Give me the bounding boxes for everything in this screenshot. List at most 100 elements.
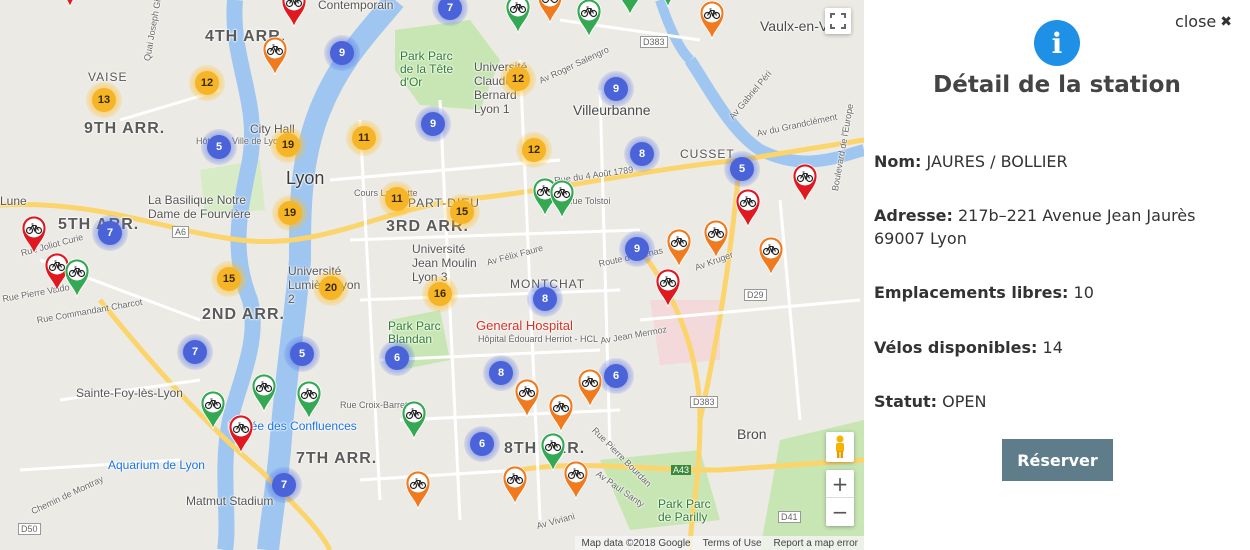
district-label: 2ND ARR.	[202, 306, 285, 323]
bike-icon	[21, 215, 47, 255]
zoom-out-button[interactable]: −	[826, 498, 854, 526]
station-cluster[interactable]: 16	[422, 276, 458, 312]
station-marker-green[interactable]	[401, 400, 427, 440]
station-marker-red[interactable]	[57, 0, 83, 8]
cluster-count: 7	[183, 340, 207, 364]
route-shield: D29	[744, 289, 767, 301]
cluster-count: 9	[604, 77, 628, 101]
station-cluster[interactable]: 9	[324, 35, 360, 71]
station-marker-green[interactable]	[200, 390, 226, 430]
bike-icon	[703, 219, 729, 259]
station-marker-orange[interactable]	[405, 470, 431, 510]
reserve-button[interactable]: Réserver	[1002, 439, 1113, 481]
bike-icon	[228, 414, 254, 454]
station-marker-orange[interactable]	[502, 465, 528, 505]
station-cluster[interactable]: 6	[464, 426, 500, 462]
cluster-count: 9	[421, 112, 445, 136]
station-cluster[interactable]: 19	[270, 127, 306, 163]
report-error-link[interactable]: Report a map error	[774, 538, 858, 549]
terms-link[interactable]: Terms of Use	[703, 538, 762, 549]
bike-icon	[505, 0, 531, 34]
station-cluster[interactable]: 6	[379, 340, 415, 376]
name-value: JAURES / BOLLIER	[926, 152, 1068, 171]
station-marker-orange[interactable]	[548, 393, 574, 433]
station-cluster[interactable]: 9	[415, 106, 451, 142]
station-marker-green[interactable]	[617, 0, 643, 16]
station-marker-red[interactable]	[735, 188, 761, 228]
bike-icon	[664, 0, 672, 8]
fullscreen-button[interactable]	[825, 8, 851, 34]
station-cluster[interactable]: 9	[598, 71, 634, 107]
station-cluster[interactable]: 9	[619, 231, 655, 267]
station-cluster[interactable]: 19	[272, 195, 308, 231]
station-marker-orange[interactable]	[666, 228, 692, 268]
station-cluster[interactable]: 7	[92, 215, 128, 251]
station-marker-red[interactable]	[21, 215, 47, 255]
station-marker-orange[interactable]	[537, 0, 563, 24]
status-label: Statut:	[874, 392, 938, 411]
map-view[interactable]: 4TH ARR. VAISE 9TH ARR. 5TH ARR. 2ND ARR…	[0, 0, 864, 550]
station-cluster[interactable]: 11	[346, 120, 382, 156]
station-marker-green[interactable]	[549, 179, 575, 219]
station-cluster[interactable]: 15	[444, 194, 480, 230]
close-button[interactable]: close ✖	[1175, 12, 1232, 31]
route-shield: A6	[172, 226, 190, 238]
station-marker-orange[interactable]	[262, 36, 288, 76]
close-icon: ✖	[1220, 13, 1232, 30]
bike-icon	[563, 460, 589, 500]
cluster-count: 15	[450, 200, 474, 224]
station-cluster[interactable]: 5	[201, 129, 237, 165]
station-cluster[interactable]: 8	[527, 281, 563, 317]
station-marker-orange[interactable]	[703, 219, 729, 259]
station-marker-red[interactable]	[792, 163, 818, 203]
station-marker-orange[interactable]	[577, 368, 603, 408]
bike-icon	[758, 236, 784, 276]
station-cluster[interactable]: 12	[500, 61, 536, 97]
station-cluster[interactable]: 12	[189, 65, 225, 101]
station-cluster[interactable]: 5	[724, 151, 760, 187]
bike-icon	[405, 470, 431, 510]
name-label: Nom:	[874, 152, 922, 171]
street-view-pegman[interactable]	[826, 432, 854, 462]
cluster-count: 9	[625, 237, 649, 261]
bikes-available-label: Vélos disponibles:	[874, 338, 1038, 357]
station-cluster[interactable]: 7	[266, 467, 302, 503]
station-marker-green[interactable]	[655, 0, 681, 8]
bike-icon	[792, 163, 818, 203]
city-label: Sainte-Foy-lès-Lyon	[76, 386, 183, 400]
station-marker-orange[interactable]	[514, 378, 540, 418]
cluster-count: 7	[98, 221, 122, 245]
station-marker-orange[interactable]	[563, 460, 589, 500]
station-cluster[interactable]: 6	[598, 358, 634, 394]
station-marker-green[interactable]	[251, 373, 277, 413]
station-cluster[interactable]: 7	[177, 334, 213, 370]
station-cluster[interactable]: 5	[284, 336, 320, 372]
station-marker-green[interactable]	[576, 0, 602, 38]
free-slots-label: Emplacements libres:	[874, 283, 1069, 302]
station-marker-green[interactable]	[296, 380, 322, 420]
road-label: Rue Croix-Barret	[340, 400, 408, 410]
station-cluster[interactable]: 11	[379, 181, 415, 217]
station-marker-red[interactable]	[655, 268, 681, 308]
station-cluster[interactable]: 15	[211, 261, 247, 297]
bike-icon	[262, 36, 288, 76]
station-cluster[interactable]: 13	[86, 82, 122, 118]
bike-icon	[200, 390, 226, 430]
station-marker-red[interactable]	[281, 0, 307, 28]
station-marker-orange[interactable]	[699, 0, 725, 40]
station-marker-orange[interactable]	[758, 236, 784, 276]
district-label: 7TH ARR.	[296, 450, 378, 467]
station-cluster[interactable]: 12	[516, 132, 552, 168]
zoom-in-button[interactable]: +	[826, 470, 854, 498]
station-marker-red[interactable]	[228, 414, 254, 454]
station-cluster[interactable]: 20	[313, 270, 349, 306]
bike-icon	[514, 378, 540, 418]
bike-icon	[66, 0, 74, 8]
cluster-count: 12	[522, 138, 546, 162]
bike-icon	[296, 380, 322, 420]
station-marker-green[interactable]	[505, 0, 531, 34]
station-marker-green[interactable]	[64, 258, 90, 298]
city-label: Lune	[0, 194, 27, 208]
station-cluster[interactable]: 8	[624, 136, 660, 172]
bike-icon	[281, 0, 307, 28]
